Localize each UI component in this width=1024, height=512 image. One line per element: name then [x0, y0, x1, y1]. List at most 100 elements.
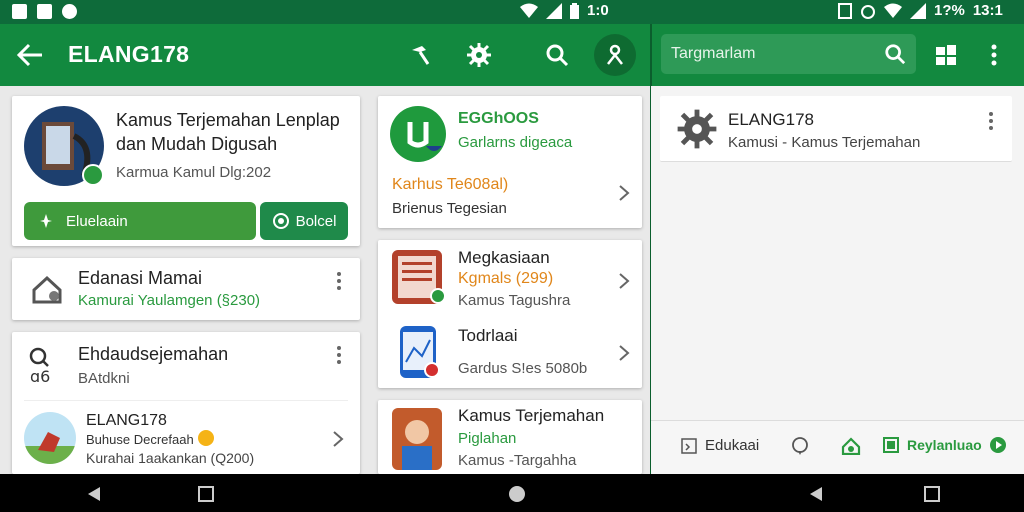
mid-card-app[interactable]: EGGhOOS Garlarns digeaca Karhus Te608al)… [378, 96, 642, 228]
detail-action-bar: Edukaai Reylanluao [651, 420, 1024, 474]
install-button[interactable]: Eluelaain [24, 202, 256, 240]
item1-orange: Kgmals (299) [458, 270, 554, 287]
item-title: ELANG178 [86, 412, 167, 429]
search-icon [546, 44, 569, 67]
mid-card-bottom-text: Brienus Tegesian [392, 200, 507, 217]
profile-tools-button[interactable] [594, 34, 636, 76]
list-card-ehdaudsejemahan[interactable]: ɑ6 Ehdaudsejemahan BAtdkni ELANG178 Buhu… [12, 332, 360, 474]
education-action[interactable]: Edukaai [681, 437, 759, 454]
play-circle-icon [989, 437, 1006, 453]
refresh-home-icon [841, 437, 861, 455]
svg-text:ɑ6: ɑ6 [30, 367, 50, 384]
status-time-left: 1:0 [587, 2, 609, 19]
back-nav-icon-2[interactable] [808, 486, 824, 502]
home-tools-icon [32, 275, 62, 304]
kamus-subtitle: Kamus -Targahha [458, 452, 577, 469]
status-left-icons [12, 4, 77, 19]
app-logo-icon [390, 106, 446, 162]
right-app-bar: Targmarlam [651, 24, 1024, 86]
chevron-right-icon[interactable] [618, 344, 630, 362]
mid-card-title: EGGhOOS [458, 110, 539, 127]
tools-icon [607, 44, 623, 65]
kamus-green: Piglahan [458, 430, 517, 447]
verified-badge-icon [82, 164, 104, 186]
more-vertical-icon[interactable] [336, 346, 342, 364]
education-label: Edukaai [705, 437, 760, 454]
status-right-right-pane: 1?% 13:1 [838, 2, 1003, 19]
mid-card-list[interactable]: Megkasiaan Kgmals (299) Kamus Tagushra T… [378, 240, 642, 388]
list-item-title: Edanasi Mamai [78, 268, 203, 288]
grid-icon [936, 45, 956, 65]
gear-icon [467, 43, 491, 67]
alert-badge [424, 362, 440, 378]
back-nav-icon[interactable] [86, 486, 102, 502]
record-icon [62, 4, 77, 19]
share-button[interactable]: Bolcel [260, 202, 348, 240]
overflow-menu-button[interactable] [977, 38, 1011, 72]
more-vertical-icon[interactable] [988, 112, 994, 130]
list-card-edanasi[interactable]: Edanasi Mamai Kamurai Yaulamgen (§230) [12, 258, 360, 320]
recents-nav-icon[interactable] [198, 486, 214, 502]
search-button[interactable] [540, 38, 574, 72]
search-icon [884, 43, 906, 65]
hammer-icon [412, 46, 430, 65]
hammer-button[interactable] [402, 38, 436, 72]
kamus-title: Kamus Terjemahan [458, 406, 605, 425]
mid-card-kamus[interactable]: Kamus Terjemahan Piglahan Kamus -Targahh… [378, 400, 642, 474]
detail-title: ELANG178 [728, 110, 814, 129]
play-action[interactable]: Reylanluao [883, 437, 1006, 453]
gear-icon [677, 109, 717, 149]
list-card-subtitle: BAtdkni [78, 370, 130, 387]
item2-subtitle: Gardus S!es 5080b [458, 360, 588, 377]
wifi-icon-2 [884, 3, 902, 18]
recents-nav-icon-2[interactable] [924, 486, 940, 502]
status-bar: 1:0 1?% 13:1 [0, 0, 1024, 24]
wifi-icon [520, 3, 538, 18]
item-line2: Buhuse Decrefaah [86, 432, 194, 447]
search-placeholder: Targmarlam [671, 45, 756, 62]
app-title: ELANG178 [68, 41, 190, 67]
chevron-right-icon[interactable] [618, 184, 630, 202]
comment-action[interactable] [791, 437, 809, 455]
detail-header[interactable]: ELANG178 Kamusi - Kamus Terjemahan [660, 96, 1012, 162]
search-field[interactable]: Targmarlam [661, 34, 916, 74]
share-label: Bolcel [295, 212, 337, 230]
update-action[interactable] [841, 437, 861, 455]
mid-card-highlight: Karhus Te608al) [392, 176, 509, 193]
image-notification-icon [37, 4, 52, 19]
featured-title-1: Kamus Terjemahan Lenplap [116, 110, 340, 130]
windows-button[interactable] [929, 38, 963, 72]
battery-icon [570, 2, 579, 19]
sim-icon [838, 2, 852, 19]
item1-subtitle: Kamus Tagushra [458, 292, 571, 309]
detail-subtitle: Kamusi - Kamus Terjemahan [728, 134, 921, 151]
more-vertical-icon[interactable] [336, 272, 342, 290]
app-bar: ELANG178 [0, 24, 650, 86]
translate-icon: ɑ6 [29, 347, 50, 384]
status-time-right: 13:1 [972, 2, 1003, 19]
chevron-right-icon[interactable] [332, 430, 344, 448]
item1-title: Megkasiaan [458, 248, 550, 267]
more-vertical-icon [991, 44, 997, 66]
featured-app-card[interactable]: Kamus Terjemahan Lenplap dan Mudah Digus… [12, 96, 360, 246]
kamus-thumbnail [392, 408, 442, 470]
back-button[interactable] [16, 42, 44, 68]
alarm-icon [861, 4, 875, 19]
tag-icon [883, 437, 899, 453]
home-nav-icon[interactable] [508, 485, 526, 503]
status-badge [430, 288, 446, 304]
arrow-left-icon [16, 43, 42, 67]
status-right-left-pane: 1:0 [520, 2, 609, 19]
sparkle-icon [40, 214, 52, 228]
featured-subtitle: Karmua Kamul Dlg:202 [116, 164, 272, 181]
chat-bubble-icon [792, 437, 808, 455]
chevron-right-icon[interactable] [618, 272, 630, 290]
signal-icon-2 [910, 2, 926, 19]
signal-icon [546, 2, 562, 19]
list-item-subtitle: Kamurai Yaulamgen (§230) [78, 292, 261, 309]
list-card-title: Ehdaudsejemahan [78, 344, 229, 364]
featured-title-2: dan Mudah Digusah [116, 134, 278, 154]
item-line3: Kurahai 1aakankan (Q200) [86, 450, 255, 466]
item2-title: Todrlaai [458, 326, 518, 345]
settings-button[interactable] [462, 38, 496, 72]
